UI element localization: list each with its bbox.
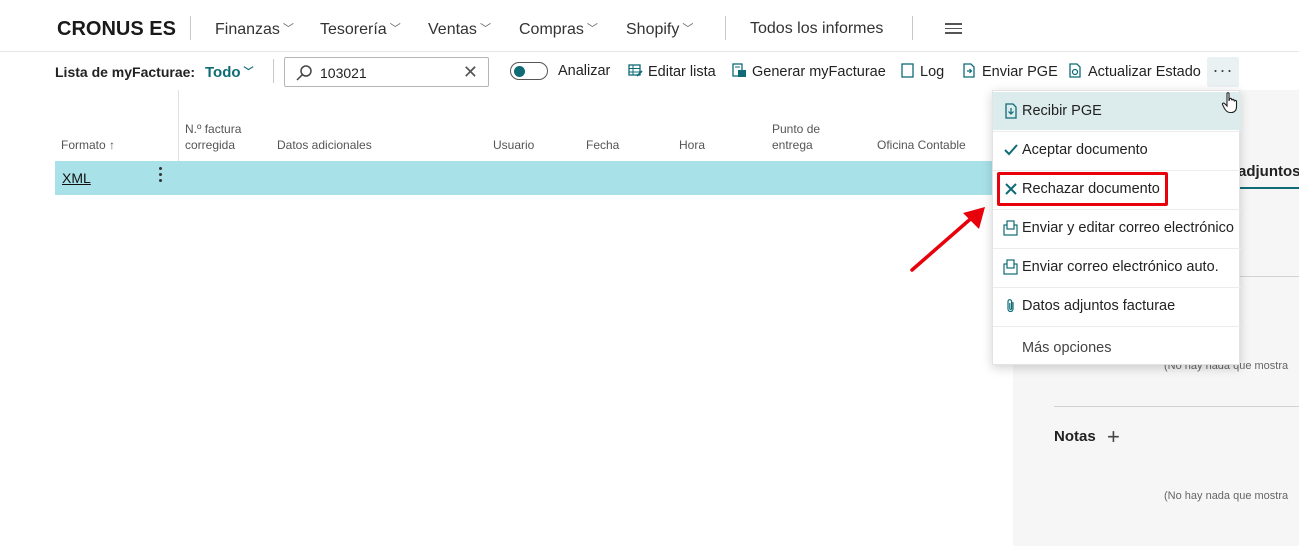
chevron-down-icon: ﹀ — [282, 23, 294, 35]
column-header-datos-adicionales[interactable]: Datos adicionales — [277, 137, 372, 153]
editar-lista-button[interactable]: Editar lista — [628, 63, 716, 80]
nav-label: Shopify — [626, 21, 680, 38]
menu-item-datos-adjuntos-facturae[interactable]: Datos adjuntos facturae — [993, 287, 1241, 325]
menu-item-label: Enviar correo electrónico auto. — [1022, 259, 1219, 275]
view-filter-value: Todo — [205, 64, 241, 81]
action-label: Generar myFacturae — [752, 64, 886, 80]
menu-item-label: Datos adjuntos facturae — [1022, 298, 1176, 314]
add-note-icon[interactable]: + — [1107, 424, 1120, 450]
tab-underline — [1238, 187, 1299, 189]
column-header-hora[interactable]: Hora — [679, 137, 705, 153]
company-name[interactable]: CRONUS ES — [57, 18, 176, 41]
nav-shopify[interactable]: Shopify ﹀ — [626, 20, 693, 39]
menu-item-enviar-correo-auto[interactable]: Enviar correo electrónico auto. — [993, 248, 1241, 286]
row-formato-link[interactable]: XML — [62, 170, 91, 186]
nav-label: Compras — [519, 21, 584, 38]
action-bar: Lista de myFacturae: Todo ﹀ 103021 ✕ Anal… — [0, 52, 1299, 90]
header-line: N.º factura — [185, 122, 242, 136]
menu-item-aceptar-documento[interactable]: Aceptar documento — [993, 131, 1241, 169]
toolbar-divider — [273, 59, 274, 83]
log-button[interactable]: Log — [900, 63, 944, 80]
empty-message: (No hay nada que mostra — [1164, 490, 1289, 502]
enviar-pge-button[interactable]: Enviar PGE — [962, 63, 1058, 80]
chevron-down-icon: ﹀ — [243, 67, 254, 78]
chevron-down-icon: ﹀ — [479, 23, 491, 35]
highlight-box — [997, 172, 1168, 206]
panel-divider — [1054, 406, 1299, 407]
analizar-toggle[interactable] — [510, 62, 548, 80]
nav-compras[interactable]: Compras ﹀ — [519, 20, 598, 39]
search-value: 103021 — [320, 65, 367, 81]
receive-doc-icon — [1005, 103, 1017, 119]
more-actions-menu: Recibir PGE Aceptar documento Rechazar d… — [992, 90, 1241, 365]
notes-title: Notas — [1054, 428, 1096, 445]
action-label: Actualizar Estado — [1088, 64, 1201, 80]
send-doc-icon — [963, 63, 975, 78]
column-header-fecha[interactable]: Fecha — [586, 137, 619, 153]
nav-divider — [190, 16, 191, 40]
action-label: Enviar PGE — [982, 64, 1058, 80]
nav-ventas[interactable]: Ventas ﹀ — [428, 20, 491, 39]
app-window: CRONUS ES Finanzas ﹀ Tesorería ﹀ Ventas ﹀ C… — [0, 0, 1299, 546]
paperclip-icon — [1007, 299, 1014, 313]
hand-cursor-icon — [1221, 92, 1238, 114]
actualizar-estado-button[interactable]: Actualizar Estado — [1068, 63, 1201, 80]
menu-item-mas-opciones[interactable]: Más opciones — [1022, 340, 1111, 356]
menu-item-recibir-pge[interactable]: Recibir PGE — [993, 92, 1241, 130]
more-actions-button[interactable]: ··· — [1207, 57, 1239, 87]
column-header-oficina-contable[interactable]: Oficina Contable — [877, 137, 966, 153]
edit-list-icon — [628, 64, 643, 77]
nav-label: Tesorería — [320, 21, 387, 38]
view-filter-dropdown[interactable]: Todo ﹀ — [205, 63, 254, 81]
nav-tesoreria[interactable]: Tesorería ﹀ — [320, 20, 401, 39]
nav-label: Finanzas — [215, 21, 280, 38]
nav-label: Ventas — [428, 21, 477, 38]
chevron-down-icon: ﹀ — [389, 23, 401, 35]
header-line: Punto de — [772, 122, 821, 136]
search-input[interactable]: 103021 ✕ — [284, 57, 489, 87]
top-navigation: CRONUS ES Finanzas ﹀ Tesorería ﹀ Ventas ﹀ C… — [0, 0, 1299, 52]
menu-divider — [993, 326, 1241, 327]
chevron-down-icon: ﹀ — [682, 23, 694, 35]
table-row[interactable]: XML — [55, 161, 1013, 195]
chevron-down-icon: ﹀ — [586, 23, 598, 35]
checkmark-icon — [1004, 144, 1018, 156]
nav-divider — [912, 16, 913, 40]
search-icon — [296, 65, 312, 81]
column-header-usuario[interactable]: Usuario — [493, 137, 534, 153]
nav-todos-los-informes[interactable]: Todos los informes — [750, 20, 883, 38]
column-header-formato[interactable]: Formato ↑ — [61, 137, 115, 153]
analizar-label: Analizar — [558, 63, 611, 79]
update-doc-icon — [1069, 63, 1081, 78]
menu-item-enviar-y-editar-correo[interactable]: Enviar y editar correo electrónico — [993, 209, 1241, 247]
menu-item-label: Aceptar documento — [1022, 142, 1148, 158]
column-header-punto-de-entrega[interactable]: Punto de entrega — [772, 121, 820, 153]
action-label: Editar lista — [648, 64, 716, 80]
column-header-nro-factura-corregida[interactable]: N.º factura corregida — [185, 121, 241, 153]
email-doc-icon — [1003, 259, 1018, 275]
menu-item-label: Recibir PGE — [1022, 103, 1102, 119]
generate-doc-icon — [732, 63, 746, 77]
header-line: entrega — [772, 138, 813, 152]
facturae-list: Formato ↑ N.º factura corregida Datos adi… — [55, 90, 1013, 546]
row-cell-formato: XML — [55, 161, 178, 195]
tab-adjuntos[interactable]: adjuntos — [1238, 163, 1299, 180]
menu-item-label: Enviar y editar correo electrónico — [1022, 220, 1234, 236]
row-actions-icon[interactable] — [159, 167, 165, 185]
list-title: Lista de myFacturae: — [55, 64, 196, 80]
close-icon[interactable]: ✕ — [463, 62, 478, 83]
hamburger-icon[interactable] — [945, 23, 962, 37]
nav-divider — [725, 16, 726, 40]
nav-finanzas[interactable]: Finanzas ﹀ — [215, 20, 294, 39]
email-doc-icon — [1003, 220, 1018, 236]
generar-myfacturae-button[interactable]: Generar myFacturae — [732, 63, 886, 80]
log-icon — [901, 63, 914, 78]
nav-label: Todos los informes — [750, 20, 884, 37]
toggle-knob — [514, 65, 525, 77]
action-label: Log — [920, 64, 945, 80]
header-line: corregida — [185, 138, 236, 152]
arrow-icon — [910, 207, 985, 272]
